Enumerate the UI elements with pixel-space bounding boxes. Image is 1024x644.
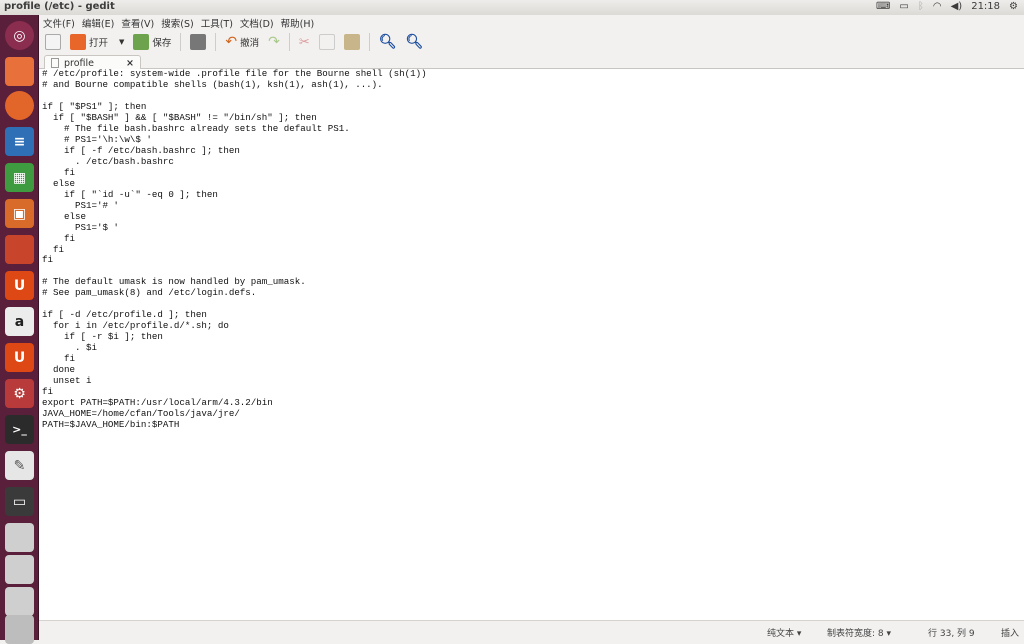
code-line: # See pam_umask(8) and /etc/login.defs. — [42, 287, 257, 299]
impress-icon[interactable]: ▣ — [5, 199, 34, 228]
menu-edit[interactable]: 编辑(E) — [82, 16, 114, 30]
menu-documents[interactable]: 文档(D) — [240, 16, 274, 30]
code-line: unset i — [42, 375, 92, 387]
language-selector[interactable]: 纯文本 ▾ — [767, 626, 801, 639]
code-line: fi — [42, 254, 53, 266]
code-line: fi — [42, 243, 64, 255]
code-line: for i in /etc/profile.d/*.sh; do — [42, 320, 229, 332]
keyboard-icon[interactable]: ⌨ — [876, 1, 890, 12]
undo-icon: ↶ — [225, 34, 238, 50]
code-line: PS1='$ ' — [42, 221, 119, 233]
new-button[interactable] — [45, 34, 61, 50]
separator — [368, 33, 370, 51]
window-title: profile (/etc) - gedit — [4, 1, 115, 12]
software-center-icon[interactable] — [5, 235, 34, 264]
redo-button[interactable]: ↷ — [268, 34, 280, 50]
menu-file[interactable]: 文件(F) — [43, 16, 75, 30]
document-icon — [51, 58, 59, 68]
terminal-icon[interactable]: >_ — [5, 415, 34, 444]
dash-icon[interactable]: ◎ — [5, 21, 34, 50]
bluetooth-icon[interactable]: ᛒ — [918, 1, 924, 12]
files-icon[interactable] — [5, 57, 34, 86]
code-line: if [ -r $i ]; then — [42, 331, 163, 343]
code-line: else — [42, 210, 86, 222]
separator — [215, 33, 217, 51]
undo-button[interactable]: ↶ 撤消 — [225, 34, 259, 50]
save-button[interactable]: 保存 — [133, 34, 171, 50]
find-replace-icon: 🔍︎ — [405, 34, 424, 50]
text-editor[interactable]: # /etc/profile: system-wide .profile fil… — [39, 68, 1024, 621]
code-line: fi — [42, 353, 75, 365]
open-label: 打开 — [89, 38, 109, 49]
undo-label: 撤消 — [240, 38, 260, 49]
folder-open-icon — [70, 34, 86, 50]
cursor-position: 行 33, 列 9 — [928, 629, 975, 639]
workspaces-icon[interactable]: ▭ — [5, 487, 34, 516]
tab-label: profile — [64, 57, 95, 69]
code-line: PS1='# ' — [42, 199, 119, 211]
print-button[interactable] — [190, 34, 207, 50]
toolbar: 打开 ▼ 保存 ↶ 撤消 ↷ ✂ 🔍︎ 🔍︎ — [39, 30, 1024, 54]
redo-icon: ↷ — [268, 34, 280, 50]
code-line: PATH=$JAVA_HOME/bin:$PATH — [42, 419, 180, 430]
code-line: if [ "`id -u`" -eq 0 ]; then — [42, 188, 218, 200]
wifi-icon[interactable]: ◠ — [933, 1, 942, 12]
open-button[interactable]: 打开 ▼ — [70, 34, 124, 50]
drive-icon-3[interactable] — [5, 587, 34, 616]
writer-icon[interactable]: ≡ — [5, 127, 34, 156]
code-line: fi — [42, 166, 75, 178]
code-line: . $i — [42, 342, 97, 354]
drive-icon[interactable] — [5, 523, 34, 552]
menu-tools[interactable]: 工具(T) — [201, 16, 233, 30]
code-line: if [ -f /etc/bash.bashrc ]; then — [42, 144, 240, 156]
code-line: # The file bash.bashrc already sets the … — [42, 122, 350, 134]
code-line: fi — [42, 232, 75, 244]
search-icon: 🔍︎ — [378, 34, 397, 50]
find-button[interactable]: 🔍︎ — [379, 34, 397, 50]
new-document-icon — [45, 34, 61, 50]
print-icon — [190, 34, 207, 50]
code-line: JAVA_HOME=/home/cfan/Tools/java/jre/ — [42, 408, 240, 420]
code-line: . /etc/bash.bashrc — [42, 155, 174, 167]
calc-icon[interactable]: ▦ — [5, 163, 34, 192]
gedit-icon[interactable]: ✎ — [5, 451, 34, 480]
cut-button[interactable]: ✂ — [299, 35, 310, 50]
battery-icon[interactable]: ▭ — [899, 1, 908, 12]
tab-close-icon[interactable]: × — [126, 58, 134, 69]
launcher: ◎ ≡ ▦ ▣ U a U ⚙ >_ ✎ ▭ — [0, 15, 39, 644]
clock[interactable]: 21:18 — [971, 1, 1000, 12]
menu-search[interactable]: 搜索(S) — [161, 16, 193, 30]
copy-button[interactable] — [318, 34, 335, 50]
paste-button[interactable] — [343, 34, 360, 50]
ubuntu-one-icon[interactable]: U — [5, 271, 34, 300]
volume-icon[interactable]: ◀) — [951, 1, 963, 12]
tab-width-selector[interactable]: 制表符宽度: 8 ▾ — [827, 626, 891, 639]
code-line: else — [42, 177, 75, 189]
paste-icon — [343, 34, 360, 50]
drive-icon-2[interactable] — [5, 555, 34, 584]
code-line: done — [42, 364, 75, 376]
code-line: # and Bourne compatible shells (bash(1),… — [42, 78, 383, 90]
save-label: 保存 — [152, 38, 172, 49]
separator — [288, 33, 290, 51]
separator — [180, 33, 182, 51]
top-panel: profile (/etc) - gedit ⌨ ▭ ᛒ ◠ ◀) 21:18 … — [0, 0, 1024, 15]
replace-button[interactable]: 🔍︎ — [406, 34, 424, 50]
firefox-icon[interactable] — [5, 91, 34, 120]
amazon-icon[interactable]: a — [5, 307, 34, 336]
menu-bar: 文件(F) 编辑(E) 查看(V) 搜索(S) 工具(T) 文档(D) 帮助(H… — [39, 15, 1024, 30]
open-dropdown-icon[interactable]: ▼ — [119, 38, 124, 46]
menu-view[interactable]: 查看(V) — [121, 16, 154, 30]
insert-mode: 插入 — [1001, 629, 1020, 639]
tab-bar: profile × — [39, 54, 1024, 70]
power-gear-icon[interactable]: ⚙ — [1009, 1, 1018, 12]
ubuntu-one-music-icon[interactable]: U — [5, 343, 34, 372]
system-settings-icon[interactable]: ⚙ — [5, 379, 34, 408]
cut-icon: ✂ — [298, 34, 310, 50]
menu-help[interactable]: 帮助(H) — [281, 16, 315, 30]
save-icon — [133, 34, 150, 50]
status-bar: 纯文本 ▾ 制表符宽度: 8 ▾ 行 33, 列 9 插入 — [39, 622, 1024, 640]
copy-icon — [318, 34, 335, 50]
